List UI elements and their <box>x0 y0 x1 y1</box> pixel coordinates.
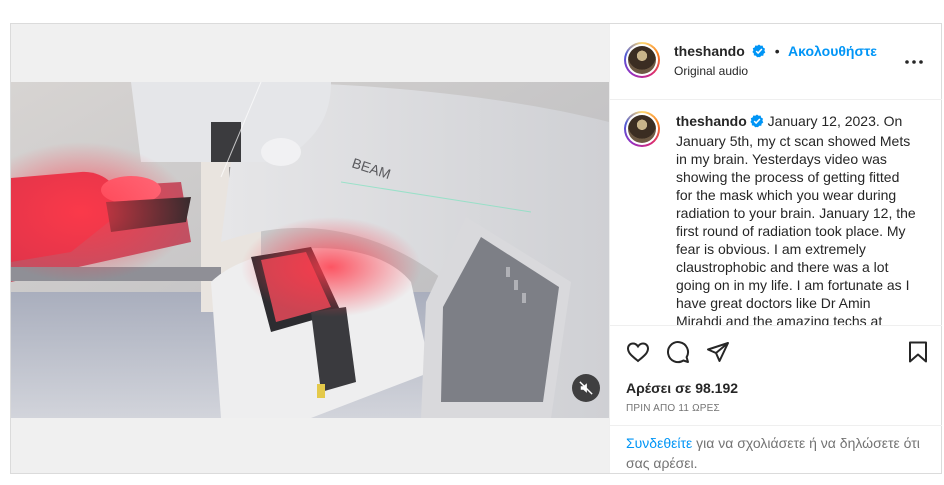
heart-icon <box>626 342 650 363</box>
action-bar: Αρέσει σε 98.192 ΠΡΙΝ ΑΠΟ 11 ΩΡΕΣ <box>610 325 942 425</box>
post-side-panel: theshando • Ακολουθήστε Original audio t… <box>609 24 942 473</box>
more-options-icon <box>905 60 923 64</box>
audio-label[interactable]: Original audio <box>674 64 748 78</box>
post-timestamp[interactable]: ΠΡΙΝ ΑΠΟ 11 ΩΡΕΣ <box>626 403 720 414</box>
caption: theshando January 12, 2023. On January 5… <box>676 112 918 325</box>
more-options-button[interactable] <box>902 50 926 74</box>
post-header: theshando • Ακολουθήστε Original audio <box>610 24 942 100</box>
share-button[interactable] <box>706 340 732 366</box>
caption-avatar[interactable] <box>624 111 660 147</box>
comment-icon <box>667 341 690 364</box>
like-button[interactable] <box>626 340 652 366</box>
video-frame: BEAM <box>11 82 609 418</box>
follow-button[interactable]: Ακολουθήστε <box>788 43 877 59</box>
comment-button[interactable] <box>666 340 692 366</box>
caption-text: January 12, 2023. On January 5th, my ct … <box>676 113 916 325</box>
speaker-muted-icon <box>579 381 593 395</box>
header-username[interactable]: theshando <box>674 43 745 59</box>
likes-count[interactable]: Αρέσει σε 98.192 <box>626 380 738 396</box>
header-separator: • <box>774 43 780 59</box>
caption-username[interactable]: theshando <box>676 113 747 129</box>
media-area: BEAM <box>11 24 609 473</box>
mute-button[interactable] <box>572 374 600 402</box>
instagram-post: BEAM theshando • Ακολουθήστε Original au… <box>10 23 942 474</box>
avatar[interactable] <box>624 42 660 78</box>
login-link[interactable]: Συνδεθείτε <box>626 435 692 451</box>
save-button[interactable] <box>906 340 932 366</box>
bookmark-icon <box>909 341 927 363</box>
verified-badge-icon <box>750 114 764 132</box>
post-video[interactable]: BEAM <box>11 82 609 418</box>
caption-area: theshando January 12, 2023. On January 5… <box>610 101 942 325</box>
share-icon <box>707 342 729 362</box>
verified-badge-icon <box>752 44 766 63</box>
login-prompt: Συνδεθείτε για να σχολιάσετε ή να δηλώσε… <box>610 425 942 473</box>
